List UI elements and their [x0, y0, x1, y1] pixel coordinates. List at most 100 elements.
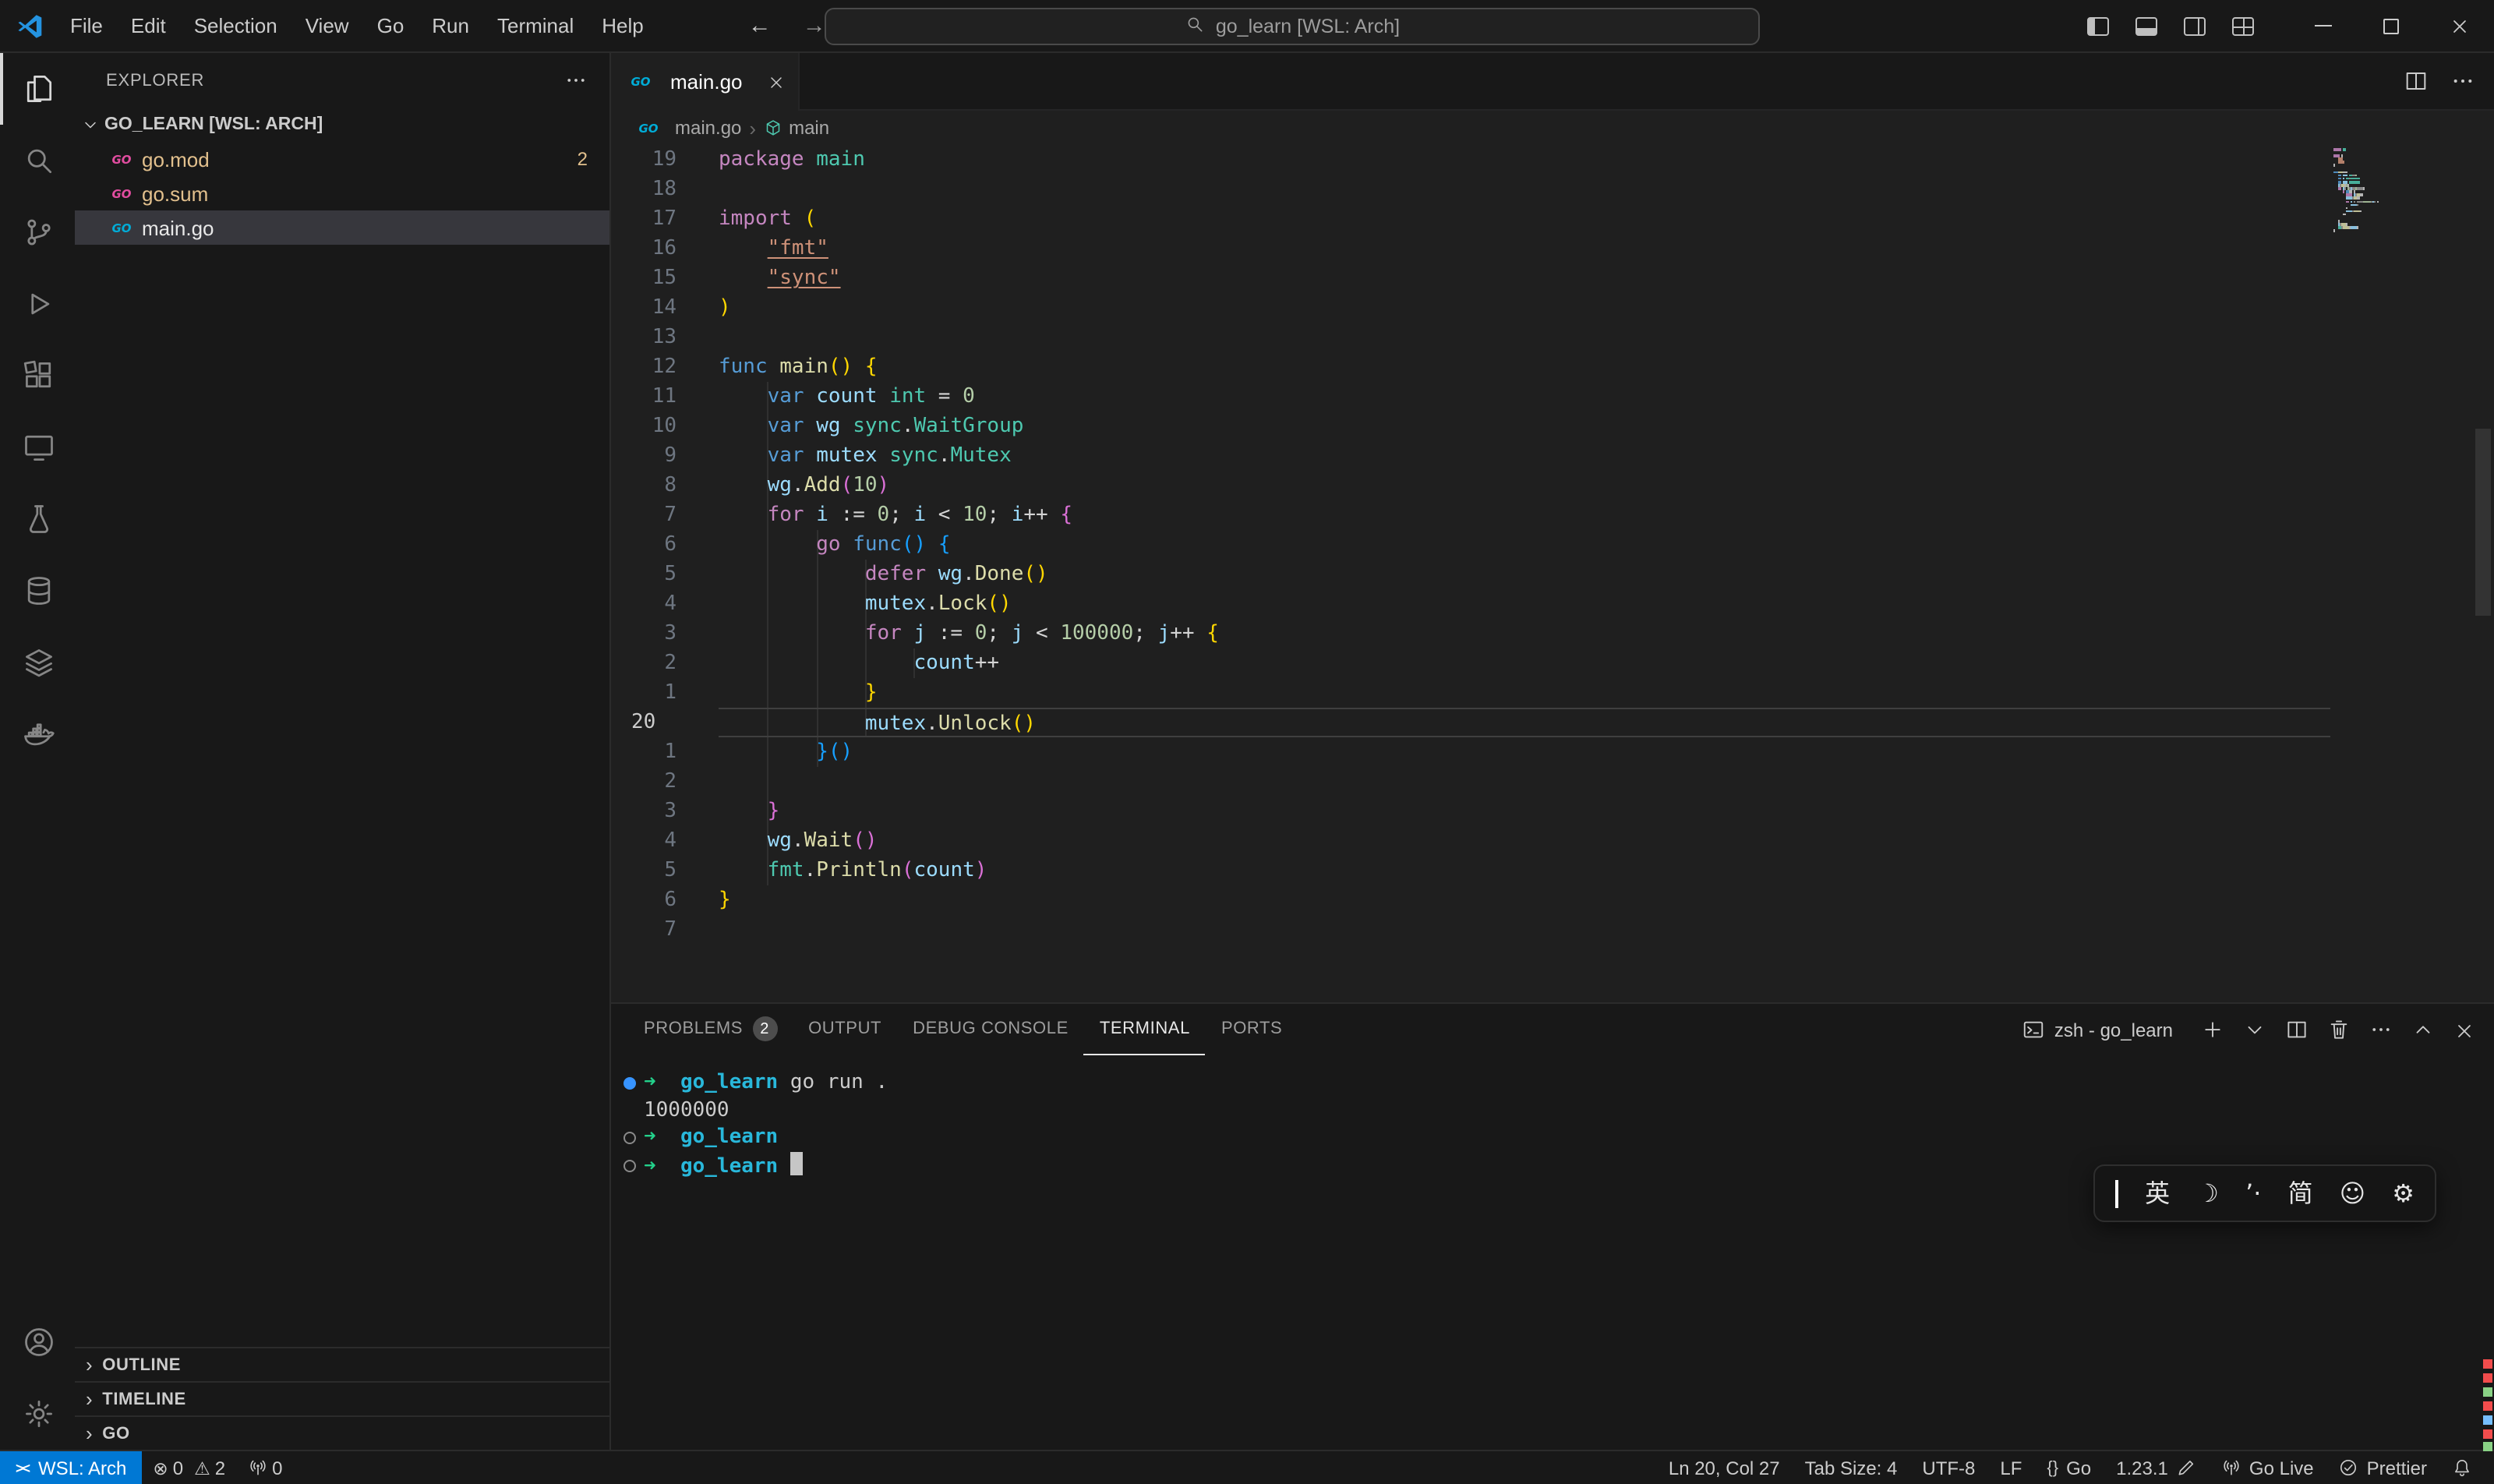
breadcrumb-separator: ›: [749, 116, 756, 140]
panel-tab-terminal[interactable]: TERMINAL: [1084, 1004, 1206, 1055]
status-eol[interactable]: LF: [1987, 1451, 2034, 1484]
split-editor-icon[interactable]: [2404, 69, 2429, 94]
testing-icon[interactable]: [0, 483, 75, 555]
status-bar: >< WSL: Arch ⊗ 0 ⚠ 2 0 Ln 20, Col 27 Tab …: [0, 1450, 2494, 1484]
run-debug-icon[interactable]: [0, 268, 75, 340]
problems-count-badge: 2: [752, 1016, 777, 1041]
remote-indicator[interactable]: >< WSL: Arch: [0, 1451, 142, 1484]
close-panel-icon[interactable]: [2453, 1019, 2475, 1041]
toggle-secondary-sidebar-icon[interactable]: [2184, 16, 2206, 35]
ime-simplified-chinese[interactable]: 简: [2288, 1181, 2313, 1206]
menu-help[interactable]: Help: [588, 0, 658, 52]
source-control-icon[interactable]: [0, 196, 75, 268]
status-go-live[interactable]: Go Live: [2209, 1451, 2326, 1484]
section-outline[interactable]: ›OUTLINE: [75, 1347, 609, 1381]
new-terminal-icon[interactable]: [2201, 1018, 2224, 1041]
account-icon[interactable]: [0, 1306, 75, 1378]
ime-settings-icon[interactable]: ⚙: [2392, 1181, 2415, 1206]
settings-icon[interactable]: [0, 1378, 75, 1450]
code-line: 11 var count int = 0: [611, 382, 2494, 412]
braces-icon: {}: [2047, 1458, 2058, 1477]
search-icon[interactable]: [0, 125, 75, 196]
section-label: GO: [102, 1424, 129, 1443]
explorer-more-actions-icon[interactable]: [564, 69, 588, 92]
status-language-mode[interactable]: {}Go: [2034, 1451, 2104, 1484]
menu-terminal[interactable]: Terminal: [483, 0, 588, 52]
terminal-line: ➜ go_learn: [611, 1124, 2494, 1151]
panel-tab-problems[interactable]: PROBLEMS2: [628, 1004, 793, 1055]
code-line: 7 for i := 0; i < 10; i++ {: [611, 500, 2494, 530]
terminal-instance-item[interactable]: zsh - go_learn: [2022, 1018, 2173, 1041]
folder-root[interactable]: GO_LEARN [WSL: ARCH]: [75, 108, 609, 142]
panel-tab-output[interactable]: OUTPUT: [793, 1004, 897, 1055]
activity-bar-top: [0, 53, 75, 770]
section-timeline[interactable]: ›TIMELINE: [75, 1381, 609, 1415]
database-icon[interactable]: [0, 555, 75, 627]
editor-more-actions-icon[interactable]: [2450, 69, 2475, 94]
panel-tab-ports[interactable]: PORTS: [1206, 1004, 1298, 1055]
remote-explorer-icon[interactable]: [0, 412, 75, 483]
command-decoration-icon[interactable]: [624, 1077, 636, 1090]
status-go-version[interactable]: 1.23.1: [2104, 1451, 2209, 1484]
problems-status[interactable]: ⊗ 0 ⚠ 2: [142, 1451, 236, 1484]
breadcrumb-file[interactable]: GO main.go: [636, 117, 741, 139]
layers-icon[interactable]: [0, 627, 75, 698]
maximize-panel-icon[interactable]: [2411, 1018, 2435, 1041]
close-button[interactable]: [2425, 0, 2494, 52]
editor-scrollbar[interactable]: [2475, 429, 2491, 616]
menu-selection[interactable]: Selection: [180, 0, 291, 52]
tab-label: main.go: [670, 70, 743, 94]
maximize-button[interactable]: [2357, 0, 2425, 52]
panel-more-actions-icon[interactable]: [2369, 1018, 2393, 1041]
terminal[interactable]: ➜ go_learn go run .1000000➜ go_learn➜ go…: [611, 1055, 2494, 1178]
toggle-sidebar-icon[interactable]: [2087, 16, 2109, 35]
status-prettier[interactable]: Prettier: [2326, 1451, 2439, 1484]
warning-icon: ⚠: [194, 1457, 210, 1479]
command-decoration-icon[interactable]: [624, 1132, 636, 1144]
status-encoding[interactable]: UTF-8: [1909, 1451, 1987, 1484]
ime-emoji-icon[interactable]: ☺: [2340, 1181, 2365, 1206]
status-label: Ln 20, Col 27: [1669, 1457, 1780, 1479]
code-line: 2 count++: [611, 648, 2494, 678]
ime-language-mode[interactable]: 英: [2145, 1181, 2170, 1206]
menu-run[interactable]: Run: [418, 0, 483, 52]
ime-punctuation-mode-icon[interactable]: ’·: [2245, 1181, 2261, 1206]
files-icon[interactable]: [0, 53, 75, 125]
docker-icon[interactable]: [0, 698, 75, 770]
file-main-go[interactable]: GOmain.go: [75, 210, 609, 245]
file-go-mod[interactable]: GOgo.mod2: [75, 142, 609, 176]
extensions-icon[interactable]: [0, 340, 75, 412]
ports-status[interactable]: 0: [236, 1451, 293, 1484]
code-editor[interactable]: 19package main1817import (16 "fmt"15 "sy…: [611, 145, 2494, 1002]
toggle-panel-icon[interactable]: [2135, 16, 2157, 35]
code-line: 7: [611, 915, 2494, 945]
breadcrumb-symbol[interactable]: main: [764, 117, 829, 139]
back-arrow-icon[interactable]: ←: [748, 12, 772, 39]
ime-width-mode-icon[interactable]: ☽: [2196, 1181, 2219, 1206]
forward-arrow-icon[interactable]: →: [803, 12, 826, 39]
remote-icon: ><: [16, 1460, 29, 1475]
section-go[interactable]: ›GO: [75, 1415, 609, 1450]
terminal-launch-chevron-icon[interactable]: [2243, 1018, 2266, 1041]
menu-file[interactable]: File: [56, 0, 117, 52]
kill-terminal-icon[interactable]: [2327, 1018, 2351, 1041]
panel-tab-label: OUTPUT: [808, 1019, 881, 1038]
command-decoration-icon[interactable]: [624, 1159, 636, 1171]
minimap[interactable]: [2333, 148, 2390, 236]
minimize-button[interactable]: [2288, 0, 2357, 52]
split-terminal-icon[interactable]: [2285, 1018, 2309, 1041]
ime-caret[interactable]: [2115, 1179, 2118, 1207]
status-indentation[interactable]: Tab Size: 4: [1793, 1451, 1910, 1484]
tab-close-icon[interactable]: [767, 72, 786, 91]
customize-layout-icon[interactable]: [2232, 16, 2254, 35]
menu-go[interactable]: Go: [363, 0, 419, 52]
status-notifications[interactable]: [2439, 1451, 2485, 1484]
menu-edit[interactable]: Edit: [117, 0, 180, 52]
menu-view[interactable]: View: [291, 0, 363, 52]
tab-main-go[interactable]: GO main.go: [611, 53, 800, 111]
line-number: 2: [611, 767, 719, 797]
status-cursor-position[interactable]: Ln 20, Col 27: [1656, 1451, 1793, 1484]
file-go-sum[interactable]: GOgo.sum: [75, 176, 609, 210]
panel-tab-debug-console[interactable]: DEBUG CONSOLE: [897, 1004, 1084, 1055]
command-center[interactable]: go_learn [WSL: Arch]: [825, 8, 1760, 45]
